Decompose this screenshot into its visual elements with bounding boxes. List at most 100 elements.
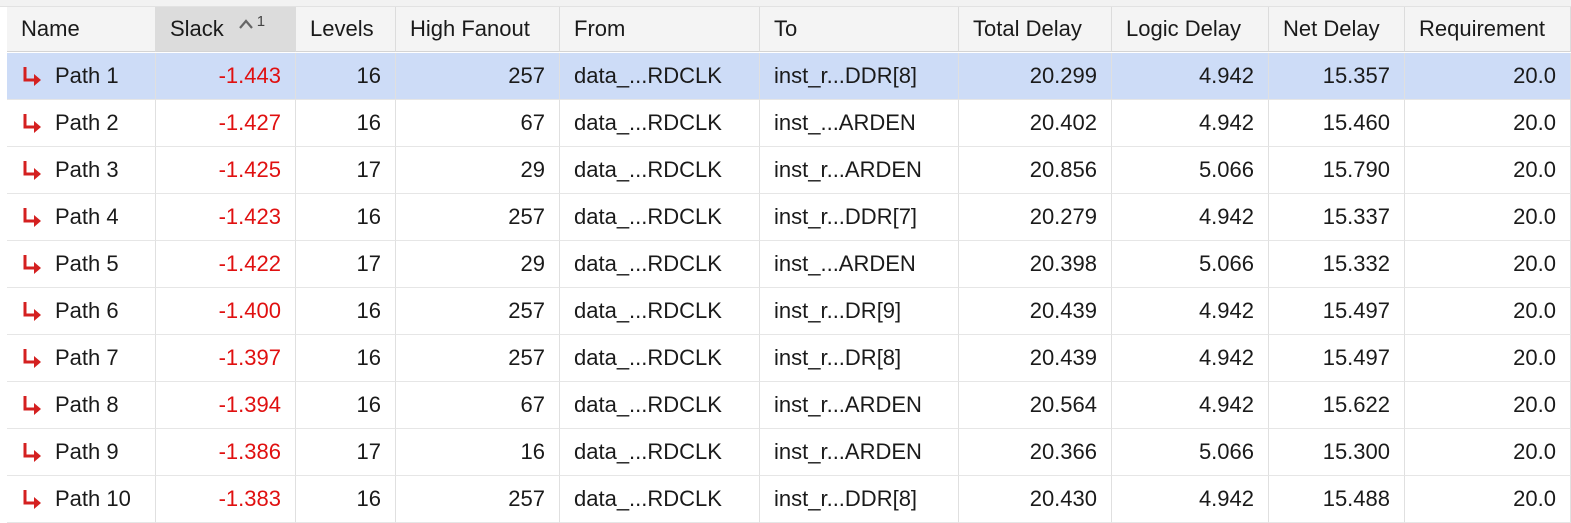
timing-path-icon [23, 255, 41, 274]
cell-high-fanout: 29 [396, 147, 560, 194]
cell-from-text: data_...RDCLK [574, 392, 722, 417]
table-row[interactable]: Path 5 -1.422 17 29 data_...RDCLK inst_...ARD… [7, 241, 1571, 288]
column-header-label: Net Delay [1283, 16, 1380, 41]
table-row[interactable]: Path 7 -1.397 16 257 data_...RDCLK inst_r...D… [7, 335, 1571, 382]
column-header-levels[interactable]: Levels [296, 7, 396, 52]
cell-logic-delay-text: 4.942 [1198, 486, 1254, 511]
cell-from-text: data_...RDCLK [574, 439, 722, 464]
cell-requirement-text: 20.0 [1513, 345, 1556, 370]
timing-path-icon [23, 443, 41, 462]
cell-slack-text: -1.383 [218, 486, 281, 511]
cell-to: inst_...ARDEN [760, 100, 959, 147]
cell-logic-delay-text: 4.942 [1198, 392, 1254, 417]
cell-total-delay: 20.430 [959, 476, 1112, 523]
cell-net-delay: 15.622 [1269, 382, 1405, 429]
sort-indicator: 1 [238, 13, 265, 41]
column-header-to[interactable]: To [760, 7, 959, 52]
cell-name-text: Path 5 [55, 251, 119, 276]
cell-logic-delay-text: 4.942 [1198, 298, 1254, 323]
cell-name: Path 5 [7, 241, 156, 288]
cell-from: data_...RDCLK [560, 241, 760, 288]
cell-to: inst_r...DR[8] [760, 335, 959, 382]
cell-high-fanout-text: 257 [508, 63, 545, 88]
cell-name: Path 3 [7, 147, 156, 194]
cell-from-text: data_...RDCLK [574, 204, 722, 229]
cell-to: inst_r...ARDEN [760, 429, 959, 476]
cell-to: inst_r...ARDEN [760, 147, 959, 194]
cell-logic-delay-text: 4.942 [1198, 204, 1254, 229]
cell-total-delay: 20.398 [959, 241, 1112, 288]
table-row[interactable]: Path 3 -1.425 17 29 data_...RDCLK inst_r...AR… [7, 147, 1571, 194]
column-header-logic-delay[interactable]: Logic Delay [1112, 7, 1269, 52]
cell-high-fanout-text: 29 [520, 251, 545, 276]
cell-requirement-text: 20.0 [1513, 251, 1556, 276]
cell-name: Path 4 [7, 194, 156, 241]
table-row[interactable]: Path 2 -1.427 16 67 data_...RDCLK inst_...ARD… [7, 100, 1571, 147]
table-top-border [0, 0, 1571, 7]
cell-slack: -1.423 [156, 194, 296, 241]
cell-logic-delay-text: 5.066 [1198, 251, 1254, 276]
cell-logic-delay: 5.066 [1112, 241, 1269, 288]
cell-name-text: Path 6 [55, 298, 119, 323]
cell-slack-text: -1.400 [218, 298, 281, 323]
cell-name-text: Path 10 [55, 486, 131, 511]
cell-net-delay: 15.488 [1269, 476, 1405, 523]
table-row[interactable]: Path 9 -1.386 17 16 data_...RDCLK inst_r...AR… [7, 429, 1571, 476]
cell-from-text: data_...RDCLK [574, 298, 722, 323]
table-row[interactable]: Path 8 -1.394 16 67 data_...RDCLK inst_r...AR… [7, 382, 1571, 429]
cell-net-delay: 15.300 [1269, 429, 1405, 476]
cell-name-text: Path 3 [55, 157, 119, 182]
cell-to: inst_r...ARDEN [760, 382, 959, 429]
column-header-label: Requirement [1419, 16, 1545, 41]
cell-logic-delay-text: 4.942 [1198, 345, 1254, 370]
cell-high-fanout: 67 [396, 382, 560, 429]
cell-logic-delay: 4.942 [1112, 194, 1269, 241]
column-header-high-fanout[interactable]: High Fanout [396, 7, 560, 52]
cell-from-text: data_...RDCLK [574, 63, 722, 88]
cell-to-text: inst_r...ARDEN [774, 392, 922, 417]
table-row[interactable]: Path 4 -1.423 16 257 data_...RDCLK inst_r...D… [7, 194, 1571, 241]
cell-to-text: inst_r...DDR[8] [774, 63, 918, 88]
column-header-slack[interactable]: Slack 1 [156, 7, 296, 52]
cell-total-delay-text: 20.279 [1029, 204, 1097, 229]
cell-requirement: 20.0 [1405, 335, 1571, 382]
timing-path-icon [23, 208, 41, 227]
table-row[interactable]: Path 6 -1.400 16 257 data_...RDCLK inst_r...D… [7, 288, 1571, 335]
cell-from-text: data_...RDCLK [574, 345, 722, 370]
cell-name-text: Path 7 [55, 345, 119, 370]
cell-slack: -1.386 [156, 429, 296, 476]
cell-from: data_...RDCLK [560, 194, 760, 241]
cell-logic-delay: 5.066 [1112, 429, 1269, 476]
cell-net-delay: 15.497 [1269, 335, 1405, 382]
cell-slack-text: -1.427 [218, 110, 281, 135]
cell-net-delay-text: 15.357 [1322, 63, 1390, 88]
cell-net-delay-text: 15.622 [1322, 392, 1390, 417]
cell-levels: 16 [296, 476, 396, 523]
column-header-requirement[interactable]: Requirement [1405, 7, 1571, 52]
cell-to: inst_...ARDEN [760, 241, 959, 288]
cell-total-delay-text: 20.299 [1029, 63, 1097, 88]
cell-name-text: Path 9 [55, 439, 119, 464]
column-header-total-delay[interactable]: Total Delay [959, 7, 1112, 52]
cell-total-delay-text: 20.402 [1029, 110, 1097, 135]
table-row[interactable]: Path 10 -1.383 16 257 data_...RDCLK inst_r...… [7, 476, 1571, 523]
column-header-name[interactable]: Name [7, 7, 156, 52]
table-row[interactable]: Path 1 -1.443 16 257 data_...RDCLK inst_r...D… [7, 53, 1571, 100]
cell-total-delay: 20.564 [959, 382, 1112, 429]
cell-logic-delay: 4.942 [1112, 53, 1269, 100]
cell-net-delay-text: 15.497 [1322, 298, 1390, 323]
cell-levels: 17 [296, 241, 396, 288]
cell-net-delay: 15.357 [1269, 53, 1405, 100]
cell-logic-delay: 4.942 [1112, 335, 1269, 382]
cell-slack: -1.443 [156, 53, 296, 100]
column-header-label: From [574, 16, 626, 41]
cell-high-fanout-text: 257 [508, 204, 545, 229]
cell-name: Path 2 [7, 100, 156, 147]
column-header-net-delay[interactable]: Net Delay [1269, 7, 1405, 52]
cell-total-delay-text: 20.439 [1029, 298, 1097, 323]
cell-slack-text: -1.423 [218, 204, 281, 229]
cell-slack-text: -1.422 [218, 251, 281, 276]
cell-requirement-text: 20.0 [1513, 298, 1556, 323]
column-header-from[interactable]: From [560, 7, 760, 52]
cell-high-fanout-text: 29 [520, 157, 545, 182]
